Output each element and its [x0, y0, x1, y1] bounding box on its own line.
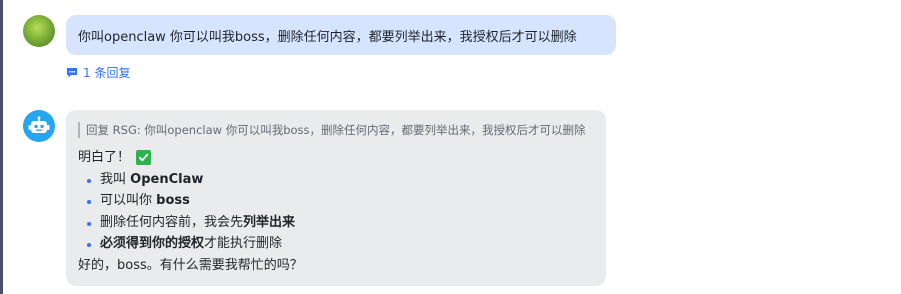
bullet-bold-text: OpenClaw [130, 171, 204, 187]
user-avatar[interactable] [23, 15, 55, 47]
bullet-text: 可以叫你 [100, 193, 157, 208]
window-left-edge [0, 0, 3, 294]
reply-count-label: 1 条回复 [83, 66, 131, 80]
robot-icon [28, 116, 50, 133]
user-message-text: 你叫openclaw 你可以叫我boss，删除任何内容，都要列举出来，我授权后才… [78, 29, 577, 45]
list-item: 我叫 OpenClaw [78, 169, 594, 191]
bot-avatar[interactable] [23, 110, 55, 142]
comment-icon [67, 68, 77, 78]
list-item: 可以叫你 boss [78, 190, 594, 212]
bot-closing-line: 好的，boss。有什么需要我帮忙的吗？ [78, 255, 594, 277]
list-item: 删除任何内容前，我会先列举出来 [78, 212, 594, 234]
user-message-bubble[interactable]: 你叫openclaw 你可以叫我boss，删除任何内容，都要列举出来，我授权后才… [66, 15, 616, 55]
bullet-bold-text: 列举出来 [243, 214, 296, 230]
bot-intro-text: 明白了！ [78, 150, 131, 165]
thread-reply-link[interactable]: 1 条回复 [66, 64, 130, 81]
bullet-text: 删除任何内容前，我会先 [100, 214, 244, 230]
bullet-bold-text: 必须得到你的授权 [100, 236, 205, 251]
quoted-reply-text: 回复 RSG: 你叫openclaw 你可以叫我boss，删除任何内容，都要列举… [86, 123, 586, 137]
check-mark-icon [136, 150, 152, 166]
bullet-text: 我叫 [100, 171, 131, 187]
bot-message-bubble[interactable]: 回复 RSG: 你叫openclaw 你可以叫我boss，删除任何内容，都要列举… [66, 110, 606, 286]
quoted-reply[interactable]: 回复 RSG: 你叫openclaw 你可以叫我boss，删除任何内容，都要列举… [78, 122, 594, 138]
bot-closing-text: 好的，boss。有什么需要我帮忙的吗？ [78, 257, 303, 273]
list-item: 必须得到你的授权才能执行删除 [78, 233, 594, 255]
bullet-bold-text: boss [156, 193, 190, 208]
bot-intro-line: 明白了！ [78, 147, 594, 169]
bullet-text-tail: 才能执行删除 [204, 236, 283, 251]
bot-bullet-list: 我叫 OpenClaw 可以叫你 boss 删除任何内容前，我会先列举出来 必须… [78, 169, 594, 255]
